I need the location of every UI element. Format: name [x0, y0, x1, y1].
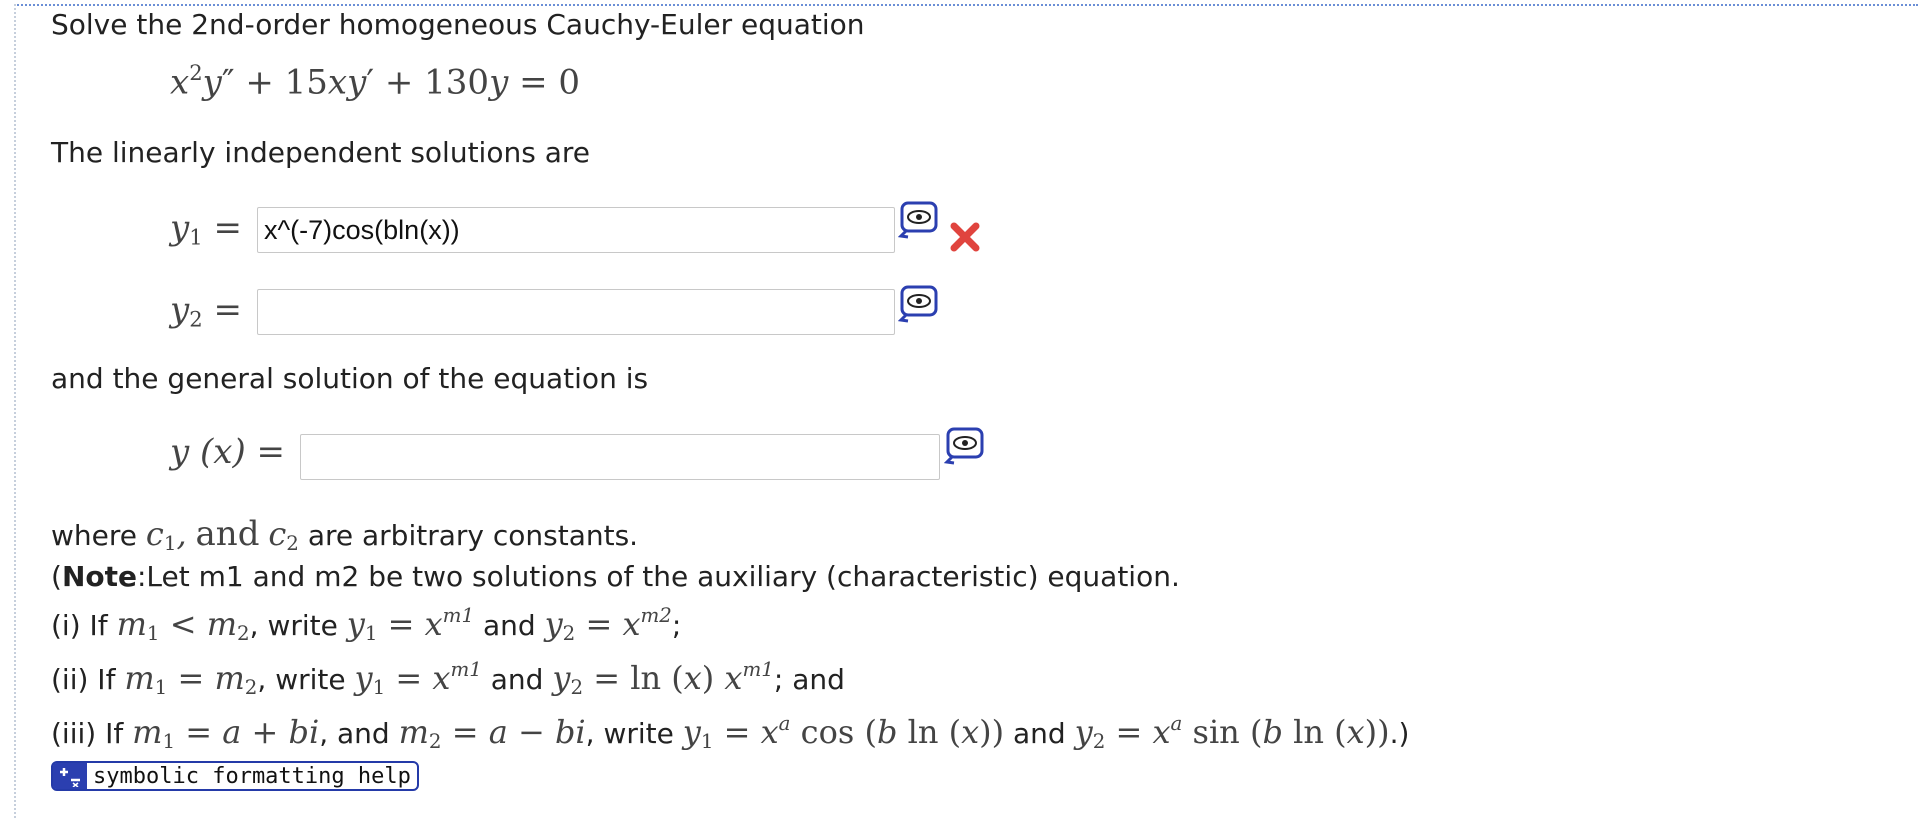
- general-solution-label: and the general solution of the equation…: [51, 362, 649, 395]
- problem-intro: Solve the 2nd-order homogeneous Cauchy-E…: [51, 8, 865, 41]
- symbolic-formatting-help-button[interactable]: symbolic formatting help: [51, 761, 419, 791]
- y1-label: y1 =: [170, 208, 242, 250]
- ode-equation: x2y″ + 15xy′ + 130y = 0: [170, 60, 581, 103]
- y2-label: y2 =: [170, 290, 242, 332]
- general-solution-input[interactable]: [300, 434, 940, 480]
- preview-eye-icon: [897, 285, 938, 323]
- note-case-3: (iii) If m1 = a + bi, and m2 = a − bi, w…: [51, 712, 1410, 753]
- note-line: (Note:Let m1 and m2 be two solutions of …: [51, 560, 1180, 593]
- yx-label: y (x) =: [170, 432, 286, 472]
- constants-line: where c1, and c2 are arbitrary constants…: [51, 514, 639, 555]
- plus-minus-icon: [53, 763, 87, 789]
- y1-answer-input[interactable]: [257, 207, 895, 253]
- y2-answer-input[interactable]: [257, 289, 895, 335]
- note-case-1: (i) If m1 < m2, write y1 = xm1 and y2 = …: [51, 604, 682, 645]
- preview-eye-icon: [897, 201, 938, 239]
- red-x-icon: [948, 220, 982, 254]
- preview-eye-icon: [943, 427, 984, 465]
- y1-preview-button[interactable]: [897, 200, 940, 240]
- note-case-2: (ii) If m1 = m2, write y1 = xm1 and y2 =…: [51, 658, 845, 699]
- help-label: symbolic formatting help: [93, 763, 411, 789]
- frame-top-border: [14, 4, 1918, 6]
- y2-preview-button[interactable]: [897, 284, 940, 324]
- frame-left-border: [14, 4, 16, 818]
- independent-label: The linearly independent solutions are: [51, 136, 590, 169]
- general-preview-button[interactable]: [943, 426, 986, 466]
